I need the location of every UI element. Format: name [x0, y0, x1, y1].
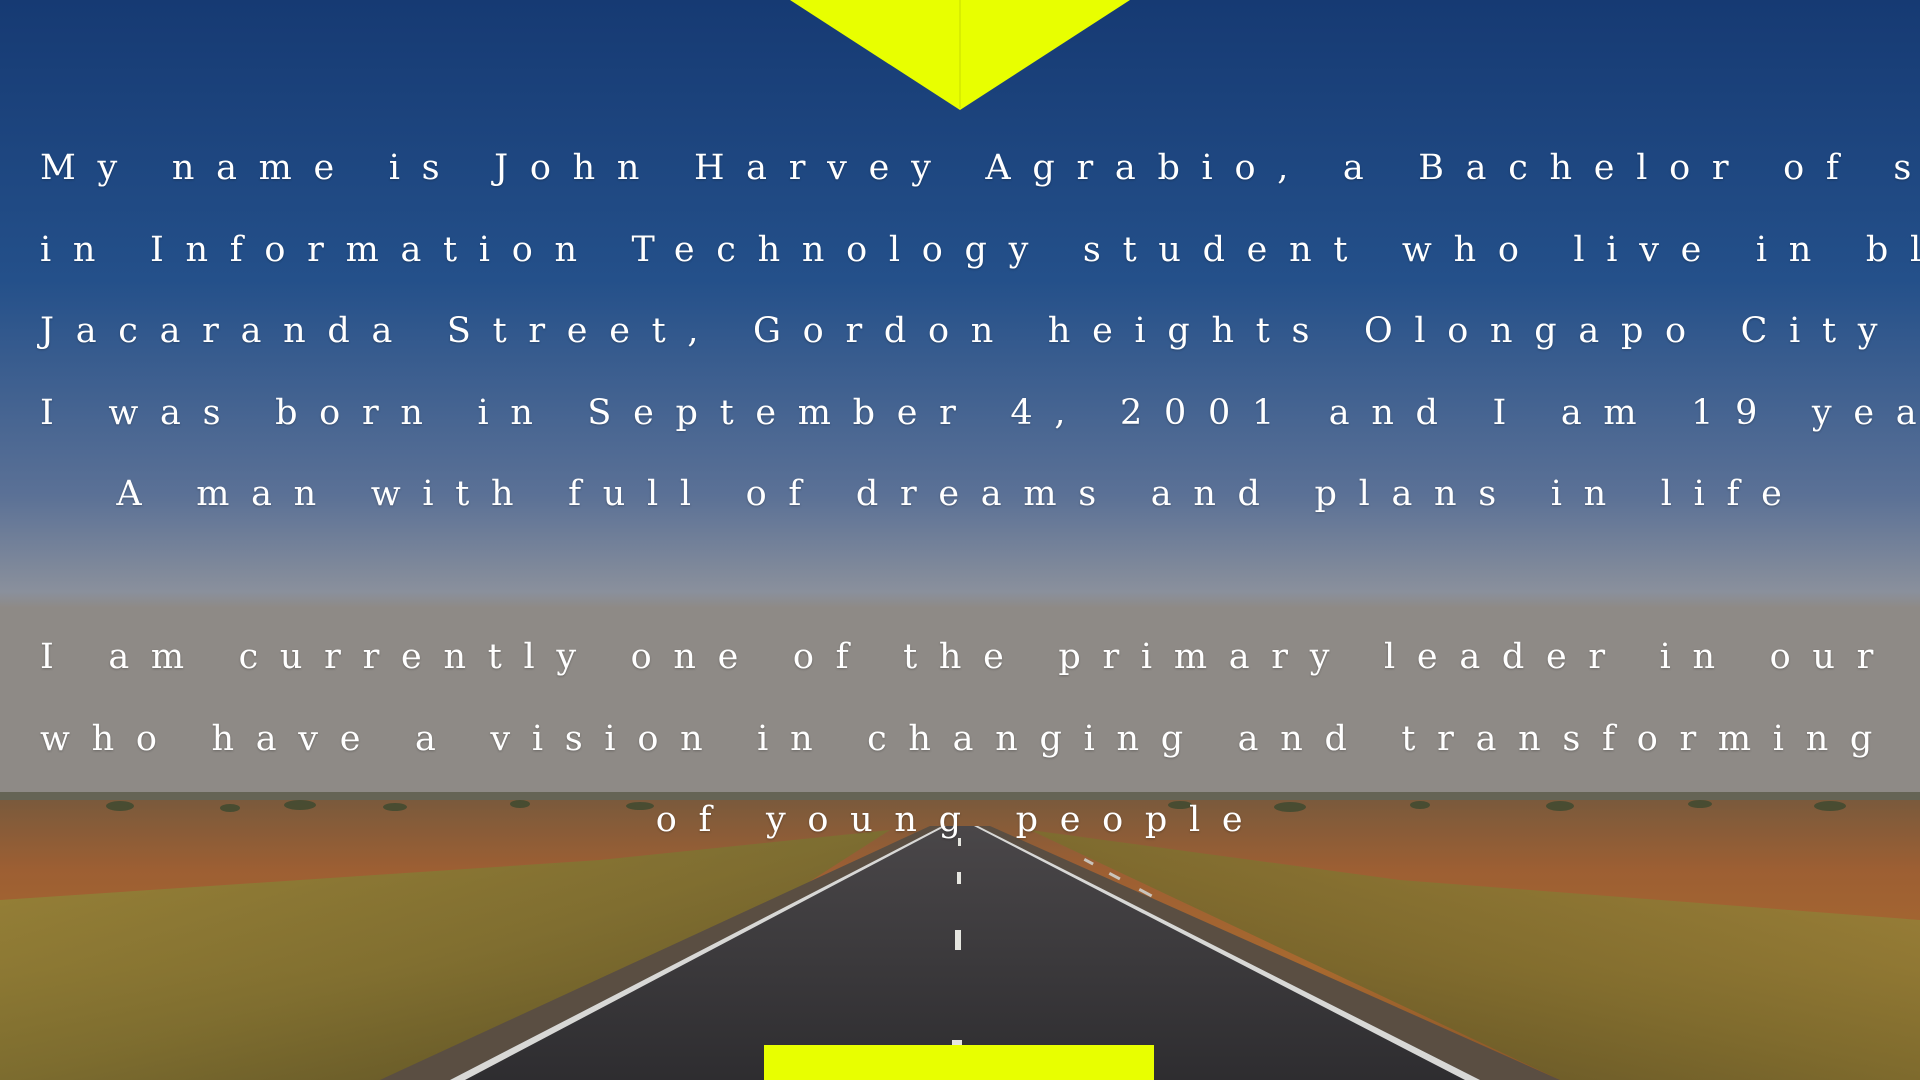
bio-line-3: Jacaranda Street, Gordon heights Olongap… [40, 311, 1900, 351]
bio-text: My name is John Harvey Agrabio, a Bachel… [40, 128, 1920, 862]
bio-line-4: I was born in September 4, 2001 and I am… [40, 392, 1920, 433]
bio-line-2: in Information Technology student who li… [40, 229, 1920, 270]
slide: My name is John Harvey Agrabio, a Bachel… [0, 0, 1920, 1080]
bio-line-5: A man with full of dreams and plans in l… [116, 474, 1804, 514]
bio-line-1: My name is John Harvey Agrabio, a Bachel… [40, 148, 1920, 188]
bottom-accent-bar [764, 1045, 1154, 1080]
church-line-3: of young people [655, 800, 1265, 840]
church-line-1: I am currently one of the primary leader… [40, 637, 1920, 677]
top-chevron-shape [790, 0, 1130, 110]
church-line-2: who have a vision in changing and transf… [40, 718, 1920, 759]
